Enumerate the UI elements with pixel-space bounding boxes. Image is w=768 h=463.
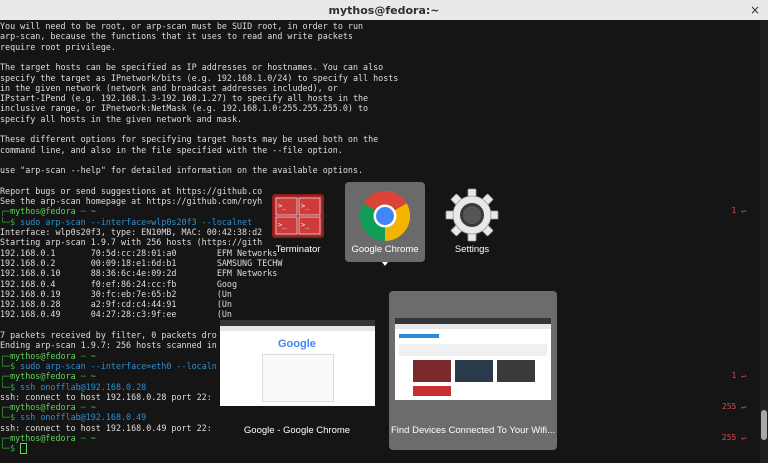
terminal-line: 192.168.0.19 30:fc:eb:7e:65:b2 (Un xyxy=(0,288,232,299)
terminal-line: You will need to be root, or arp-scan mu… xyxy=(0,21,364,31)
prompt-dir: ~ xyxy=(90,206,96,217)
prompt-dir: ~ xyxy=(90,371,96,382)
terminal-line: Starting arp-scan 1.9.7 with 256 hosts (… xyxy=(0,237,263,248)
terminal-cursor xyxy=(20,443,28,455)
terminal-line: 192.168.0.2 00:09:18:e1:6d:b1 SAMSUNG TE… xyxy=(0,257,283,268)
window-preview: Google xyxy=(220,320,375,406)
exit-status: 255 ↵ xyxy=(721,433,746,442)
terminal-line: 192.168.0.4 f0:ef:86:24:cc:fb Goog xyxy=(0,278,237,289)
prompt-user: mythos@fedora xyxy=(10,206,76,217)
terminal-line: in the given network (network and broadc… xyxy=(0,82,338,93)
svg-text:>_: >_ xyxy=(278,202,287,210)
close-button[interactable]: × xyxy=(748,3,762,17)
settings-gear-icon xyxy=(445,188,499,242)
exit-status: 1 ↵ xyxy=(731,206,746,216)
svg-text:>_: >_ xyxy=(278,221,287,229)
chevron-down-icon xyxy=(382,262,388,266)
command-line: └─$ ssh onofflab@192.168.0.28 xyxy=(0,381,147,392)
window-label: Find Devices Connected To Your Wifi... xyxy=(390,425,556,436)
terminal-line: inclusive range, or IPnetwork:NetMask (e… xyxy=(0,103,369,114)
svg-text:>_: >_ xyxy=(301,202,310,210)
switcher-app-settings[interactable]: Settings xyxy=(432,182,512,262)
terminal-line: Report bugs or send suggestions at https… xyxy=(0,185,263,196)
google-logo: Google xyxy=(278,338,316,350)
terminal-line: arp-scan, because the functions that it … xyxy=(0,31,353,42)
command-line: └─$ sudo arp-scan --interface=eth0 --loc… xyxy=(0,360,217,371)
prompt-header: ┌─mythos@fedora ─ ~ xyxy=(0,206,96,217)
svg-text:>_: >_ xyxy=(301,221,310,229)
prompt-dir: ~ xyxy=(90,433,96,443)
prompt-dir: ~ xyxy=(90,350,96,361)
window-label: Google - Google Chrome xyxy=(243,425,351,436)
prompt-dir: ~ xyxy=(90,402,96,413)
exit-status: 1 ↵ xyxy=(731,371,746,381)
prompt-header: ┌─mythos@fedora ─ ~ xyxy=(0,350,96,361)
prompt-user: mythos@fedora xyxy=(10,350,76,361)
switcher-window-findthatdevice[interactable]: Find Devices Connected To Your Wifi... xyxy=(389,291,557,450)
command-text: ssh onofflab@192.168.0.28 xyxy=(20,381,147,392)
prompt-user: mythos@fedora xyxy=(10,371,76,382)
scrollbar-thumb[interactable] xyxy=(761,410,767,440)
command-line: └─$ sudo arp-scan --interface=wlp0s20f3 … xyxy=(0,216,253,227)
terminal-line: use "arp-scan --help" for detailed infor… xyxy=(0,165,364,176)
terminal-line: 192.168.0.1 70:5d:cc:28:01:a0 EFM Networ… xyxy=(0,247,278,258)
terminal-line: These different options for specifying t… xyxy=(0,134,379,145)
terminal-line: 192.168.0.10 88:36:6c:4e:09:2d EFM Netwo… xyxy=(0,268,278,279)
prompt-user: mythos@fedora xyxy=(10,433,76,443)
app-label: Terminator xyxy=(275,244,321,255)
terminal-line: Ending arp-scan 1.9.7: 256 hosts scanned… xyxy=(0,340,217,351)
command-text: sudo arp-scan --interface=eth0 --localn xyxy=(20,360,217,371)
terminal-line: Interface: wlp0s20f3, type: EN10MB, MAC:… xyxy=(0,227,263,237)
command-line: └─$ xyxy=(0,443,28,455)
window-preview xyxy=(395,318,551,400)
terminal-line: The target hosts can be specified as IP … xyxy=(0,62,384,73)
exit-status: 255 ↵ xyxy=(721,402,746,412)
switcher-app-terminator[interactable]: >_ >_ >_ >_ Terminator xyxy=(258,182,338,262)
terminal-line: See the arp-scan homepage at https://git… xyxy=(0,196,263,207)
app-label: Google Chrome xyxy=(351,244,419,255)
terminal-line: ssh: connect to host 192.168.0.49 port 2… xyxy=(0,422,212,433)
terminal-line: ssh: connect to host 192.168.0.28 port 2… xyxy=(0,391,212,402)
command-text: sudo arp-scan --interface=wlp0s20f3 --lo… xyxy=(20,216,253,227)
app-label: Settings xyxy=(454,244,490,255)
window-titlebar: mythos@fedora:~ × xyxy=(0,0,768,21)
switcher-window-google[interactable]: Google Google - Google Chrome xyxy=(212,310,382,450)
terminal-line: specify the target as IPnetwork/bits (e.… xyxy=(0,72,399,83)
command-line: └─$ ssh onofflab@192.168.0.49 xyxy=(0,412,147,423)
prompt-header: ┌─mythos@fedora ─ ~ xyxy=(0,371,96,382)
terminator-icon: >_ >_ >_ >_ xyxy=(272,194,324,238)
switcher-app-chrome[interactable]: Google Chrome xyxy=(345,182,425,266)
prompt-user: mythos@fedora xyxy=(10,402,76,413)
terminal-line: 192.168.0.28 a2:9f:cd:c4:44:91 (Un xyxy=(0,299,232,310)
chrome-icon xyxy=(360,191,410,241)
prompt-header: ┌─mythos@fedora ─ ~ xyxy=(0,433,96,443)
terminal-line: require root privilege. xyxy=(0,41,116,52)
command-text: ssh onofflab@192.168.0.49 xyxy=(20,412,147,423)
terminal-scrollbar[interactable] xyxy=(760,20,768,463)
terminal-line: specify all hosts in the given network a… xyxy=(0,113,243,124)
terminal-line: 192.168.0.49 04:27:28:c3:9f:ee (Un xyxy=(0,309,232,320)
window-title: mythos@fedora:~ xyxy=(328,3,440,17)
terminal-line: 7 packets received by filter, 0 packets … xyxy=(0,330,217,340)
terminal-line: IPstart-IPend (e.g. 192.168.1.3-192.168.… xyxy=(0,93,369,104)
prompt-header: ┌─mythos@fedora ─ ~ xyxy=(0,402,96,413)
terminal-line: command line, and also in the file speci… xyxy=(0,144,343,155)
